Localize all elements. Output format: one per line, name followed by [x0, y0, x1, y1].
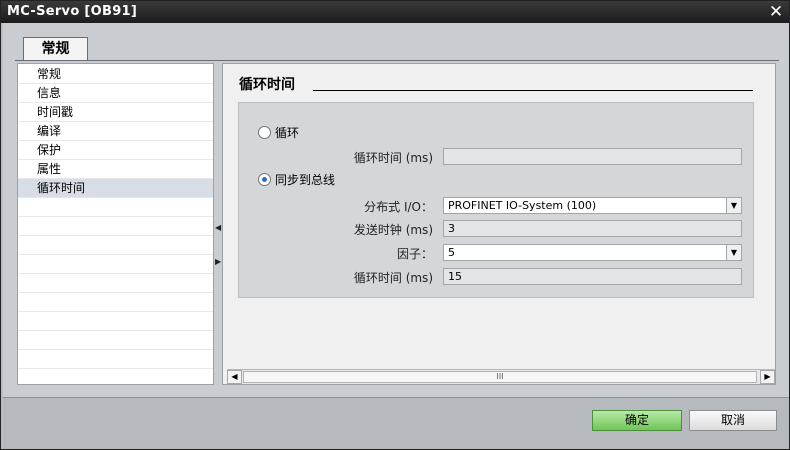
title-bar[interactable]: MC-Servo [OB91] ✕: [1, 1, 789, 23]
nav-empty-row: [18, 217, 213, 236]
radio-cyclic[interactable]: [258, 126, 271, 139]
property-nav: 常规 信息 时间戳 编译 保护 属性 循环时间: [17, 63, 214, 385]
nav-item-info[interactable]: 信息: [18, 84, 213, 103]
send-clock-label: 发送时钟 (ms): [353, 223, 433, 237]
scroll-right-icon[interactable]: ▶: [760, 370, 775, 384]
cycle-settings-group: 循环 循环时间 (ms) 同步到总线 分布式 I/O： PROFINET IO-…: [238, 102, 754, 298]
radio-sync-bus[interactable]: [258, 173, 271, 186]
nav-empty-row: [18, 312, 213, 331]
tab-divider: [15, 60, 779, 61]
chevron-down-icon[interactable]: ▼: [726, 198, 741, 213]
nav-empty-row: [18, 255, 213, 274]
factor-select[interactable]: 5 ▼: [443, 244, 742, 261]
nav-item-attributes[interactable]: 属性: [18, 160, 213, 179]
dialog-footer: 确定 取消: [3, 397, 789, 449]
collapse-left-icon[interactable]: ◀: [215, 223, 221, 232]
nav-empty-row: [18, 350, 213, 369]
distributed-io-label: 分布式 I/O：: [364, 200, 433, 214]
section-title: 循环时间: [239, 77, 295, 93]
close-icon[interactable]: ✕: [766, 3, 786, 21]
nav-item-cycle-time[interactable]: 循环时间: [18, 179, 213, 198]
nav-empty-row: [18, 198, 213, 217]
sync-cycle-time-field: 15: [443, 268, 742, 285]
content-panel: 循环时间 循环 循环时间 (ms) 同步到总线 分布式 I/O： PROFINE…: [222, 63, 776, 385]
distributed-io-value: PROFINET IO-System (100): [448, 199, 597, 212]
section-rule: [313, 90, 753, 91]
nav-item-timestamp[interactable]: 时间戳: [18, 103, 213, 122]
ok-button[interactable]: 确定: [592, 410, 682, 431]
radio-sync-bus-label[interactable]: 同步到总线: [275, 171, 335, 188]
radio-cyclic-label[interactable]: 循环: [275, 124, 299, 141]
cyclic-time-field[interactable]: [443, 148, 742, 165]
nav-item-compile[interactable]: 编译: [18, 122, 213, 141]
scroll-left-icon[interactable]: ◀: [227, 370, 242, 384]
nav-empty-row: [18, 274, 213, 293]
nav-item-protection[interactable]: 保护: [18, 141, 213, 160]
window-title: MC-Servo [OB91]: [7, 4, 138, 19]
nav-item-general[interactable]: 常规: [18, 65, 213, 84]
factor-value: 5: [448, 246, 455, 259]
send-clock-field: 3: [443, 220, 742, 237]
dialog-window: MC-Servo [OB91] ✕ 常规 常规 信息 时间戳 编译 保护 属性 …: [0, 0, 790, 450]
nav-empty-row: [18, 293, 213, 312]
scroll-thumb[interactable]: III: [243, 371, 757, 383]
factor-label: 因子：: [396, 247, 433, 261]
chevron-down-icon[interactable]: ▼: [726, 245, 741, 260]
cyclic-time-label: 循环时间 (ms): [353, 151, 433, 165]
dialog-body: 常规 常规 信息 时间戳 编译 保护 属性 循环时间 ◀ ▶ 循环时间 循环 循…: [3, 23, 789, 397]
expand-right-icon[interactable]: ▶: [215, 257, 221, 266]
distributed-io-select[interactable]: PROFINET IO-System (100) ▼: [443, 197, 742, 214]
nav-empty-row: [18, 331, 213, 350]
nav-empty-row: [18, 236, 213, 255]
pane-splitter[interactable]: ◀ ▶: [214, 63, 222, 385]
horizontal-scrollbar[interactable]: ◀ III ▶: [227, 369, 775, 384]
sync-cycle-time-label: 循环时间 (ms): [353, 271, 433, 285]
tab-general[interactable]: 常规: [23, 37, 88, 61]
cancel-button[interactable]: 取消: [689, 410, 777, 431]
